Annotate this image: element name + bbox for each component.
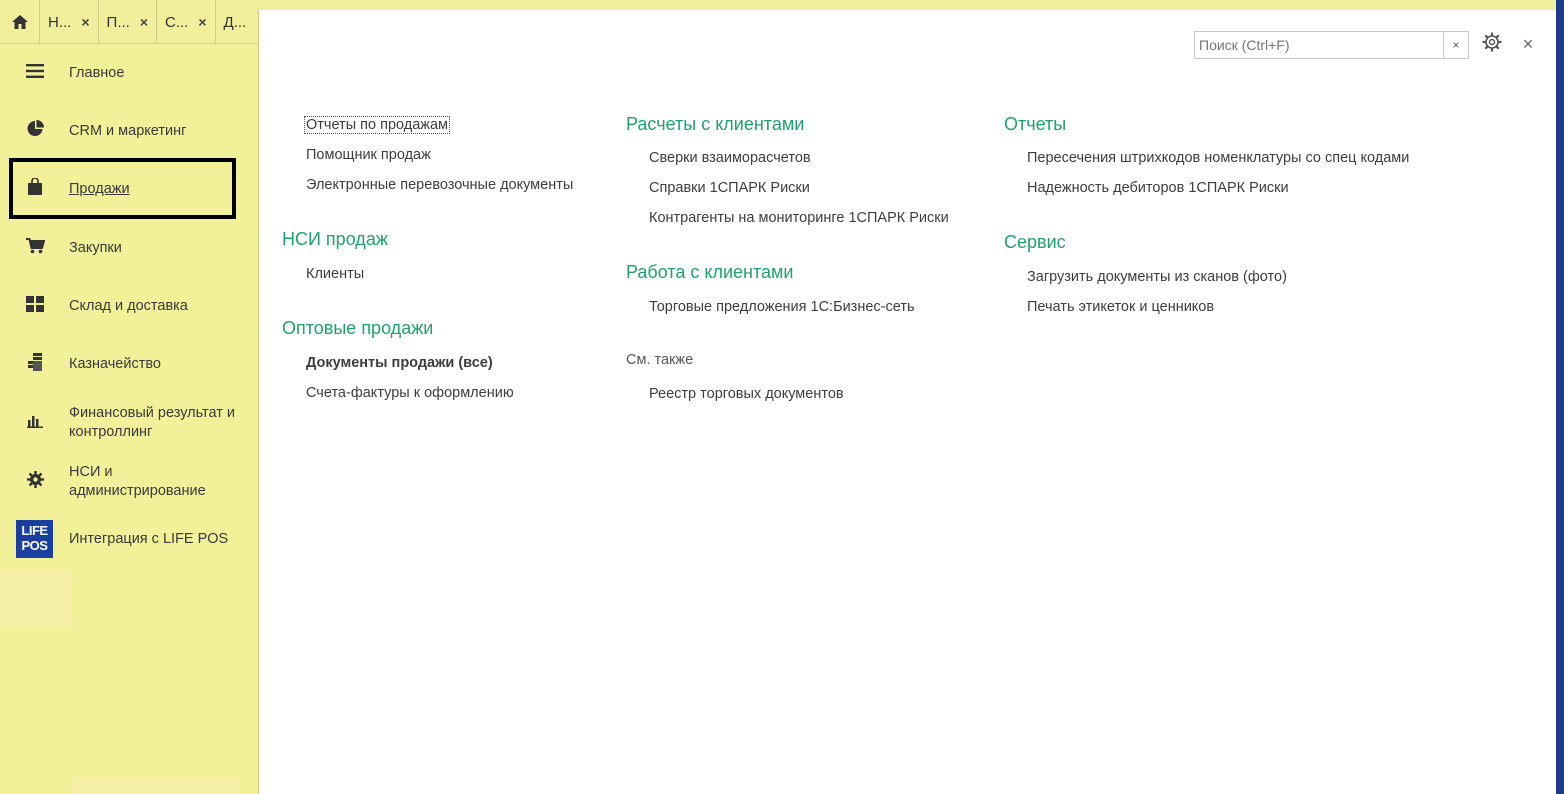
- link-print-labels[interactable]: Печать этикеток и ценников: [1027, 299, 1214, 315]
- open-tab[interactable]: Н... ×: [40, 0, 99, 44]
- sidebar-item-label: Продажи: [69, 180, 130, 197]
- section-title-service: Сервис: [1004, 232, 1066, 252]
- link-spark-monitoring[interactable]: Контрагенты на мониторинге 1СПАРК Риски: [649, 210, 949, 226]
- sidebar-item-life-pos[interactable]: LIFE POS Интеграция с LIFE POS: [0, 520, 258, 558]
- open-tabs-bar: Н... × П... × С... × Д...: [0, 0, 258, 44]
- tab-label: П...: [106, 13, 130, 31]
- open-tab[interactable]: Д...: [216, 0, 247, 44]
- link-trade-offers[interactable]: Торговые предложения 1С:Бизнес-сеть: [649, 299, 915, 315]
- close-tab-icon[interactable]: ×: [81, 14, 89, 30]
- sidebar-item-main[interactable]: Главное: [0, 62, 258, 84]
- search-clear-button[interactable]: ×: [1443, 32, 1468, 58]
- sidebar-item-label: Интеграция с LIFE POS: [69, 530, 229, 547]
- sidebar-item-label: Финансовый результат и контроллинг: [69, 405, 236, 440]
- link-invoices-to-issue[interactable]: Счета-фактуры к оформлению: [306, 385, 514, 401]
- sidebar-item-label: CRM и маркетинг: [69, 122, 187, 139]
- section-title-reports: Отчеты: [1004, 114, 1067, 134]
- link-reconciliations[interactable]: Сверки взаиморасчетов: [649, 150, 811, 166]
- link-debtor-reliability[interactable]: Надежность дебиторов 1СПАРК Риски: [1027, 180, 1289, 196]
- sidebar-item-treasury[interactable]: Казначейство: [0, 353, 258, 375]
- open-tab[interactable]: С... ×: [157, 0, 216, 44]
- link-load-scans[interactable]: Загрузить документы из сканов (фото): [1027, 269, 1287, 285]
- link-sales-documents-all[interactable]: Документы продажи (все): [306, 355, 493, 371]
- link-clients[interactable]: Клиенты: [306, 266, 364, 282]
- link-spark-risks-reports[interactable]: Справки 1СПАРК Риски: [649, 180, 810, 196]
- tab-label: Н...: [48, 13, 72, 31]
- life-pos-logo: LIFE POS: [16, 520, 53, 558]
- open-tab[interactable]: П... ×: [99, 0, 158, 44]
- section-title-nsi-sales: НСИ продаж: [282, 229, 388, 249]
- warehouse-icon: [22, 295, 48, 317]
- sidebar-item-warehouse[interactable]: Склад и доставка: [0, 295, 258, 317]
- pale-block: [0, 569, 72, 627]
- search-box: ×: [1194, 31, 1469, 59]
- shopping-cart-icon: [22, 237, 48, 259]
- sidebar-item-crm[interactable]: CRM и маркетинг: [0, 120, 258, 142]
- close-tab-icon[interactable]: ×: [140, 14, 148, 30]
- main-content: × × Отчеты по продажам Помощник продаж Э…: [258, 10, 1556, 794]
- settings-gear-icon[interactable]: [1481, 32, 1503, 56]
- pie-chart-icon: [22, 120, 48, 142]
- bar-chart-icon: [22, 413, 48, 433]
- sidebar-item-label: НСИ и администрирование: [69, 464, 206, 499]
- shopping-bag-icon: [22, 177, 48, 200]
- menu-icon: [22, 63, 48, 83]
- sidebar-item-nsi-admin[interactable]: НСИ и администрирование: [0, 462, 258, 502]
- link-sales-reports[interactable]: Отчеты по продажам: [303, 116, 451, 134]
- link-trade-docs-registry[interactable]: Реестр торговых документов: [649, 386, 844, 402]
- home-icon: [11, 15, 28, 29]
- close-icon[interactable]: ×: [1518, 32, 1538, 56]
- link-barcode-intersections[interactable]: Пересечения штрихкодов номенклатуры со с…: [1027, 150, 1409, 166]
- pale-block: [72, 777, 240, 794]
- top-ruler: [258, 0, 1556, 10]
- sidebar-item-financial-result[interactable]: Финансовый результат и контроллинг: [0, 403, 258, 443]
- home-tab[interactable]: [0, 0, 40, 44]
- tab-label: С...: [165, 13, 189, 31]
- sidebar-item-label: Казначейство: [69, 355, 161, 372]
- sidebar-item-label: Закупки: [69, 239, 122, 256]
- section-title-wholesale: Оптовые продажи: [282, 318, 434, 338]
- window-frame: [1556, 0, 1564, 794]
- link-sales-assistant[interactable]: Помощник продаж: [306, 147, 431, 163]
- section-title-settlements: Расчеты с клиентами: [626, 114, 805, 134]
- tab-label: Д...: [223, 13, 247, 31]
- link-electronic-transport-docs[interactable]: Электронные перевозочные документы: [306, 177, 573, 193]
- sidebar-item-label: Главное: [69, 64, 125, 81]
- close-tab-icon[interactable]: ×: [198, 14, 206, 30]
- sidebar-item-sales[interactable]: Продажи: [0, 177, 258, 200]
- gear-icon: [22, 471, 48, 493]
- sidebar-item-label: Склад и доставка: [69, 297, 188, 314]
- coins-icon: [22, 353, 48, 376]
- section-title-client-work: Работа с клиентами: [626, 262, 794, 282]
- search-input[interactable]: [1195, 32, 1444, 58]
- sidebar-item-purchases[interactable]: Закупки: [0, 237, 258, 259]
- see-also-label: См. также: [626, 352, 694, 368]
